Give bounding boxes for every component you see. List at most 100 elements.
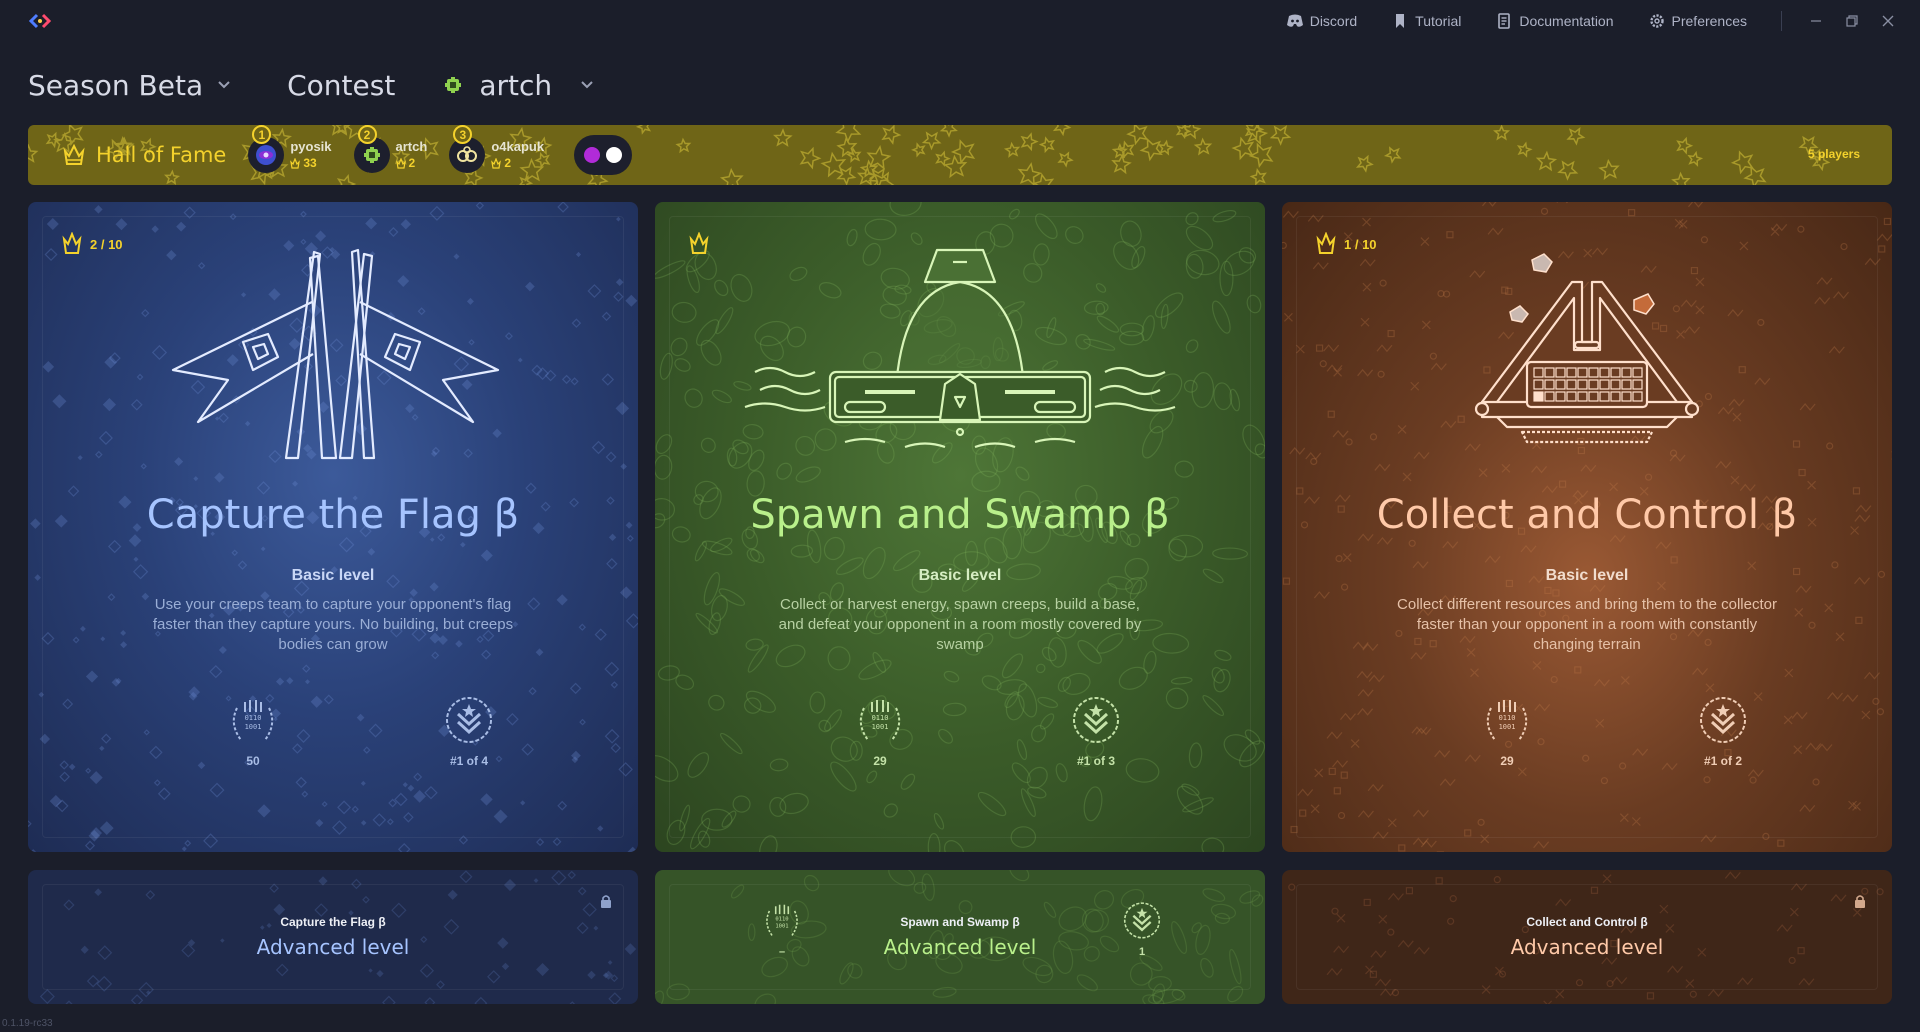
selector-row: Season Beta Contest artch <box>28 62 594 108</box>
code-stat-value: 29 <box>1500 754 1514 768</box>
contest-tab[interactable]: Contest <box>287 69 395 102</box>
card-stats: 0110 1001 29 #1 of 2 <box>1282 694 1892 774</box>
player-dropdown[interactable]: artch <box>443 69 594 102</box>
advanced-card-title: Advanced level <box>883 935 1037 959</box>
capture-the-flag-advanced-card[interactable]: Capture the Flag β Advanced level <box>28 870 638 1004</box>
chevron-down-icon <box>581 81 593 89</box>
pattern-shape <box>1646 992 1655 1000</box>
title-bar: Discord Tutorial Documentation Preferenc… <box>0 0 1920 42</box>
pattern-shape <box>1724 871 1741 880</box>
app-logo-icon[interactable] <box>28 12 52 30</box>
documentation-label: Documentation <box>1519 13 1614 29</box>
pattern-shape <box>475 202 485 210</box>
pattern-shape <box>1482 202 1497 207</box>
collector-cell <box>1533 391 1544 402</box>
svg-text:0110: 0110 <box>1499 714 1516 722</box>
restore-icon <box>1846 15 1858 27</box>
pattern-shape <box>1435 877 1443 885</box>
player-count: 5 players <box>1807 147 1860 161</box>
pattern-shape <box>181 846 187 852</box>
rank-chevrons-icon <box>446 697 492 743</box>
pattern-shape <box>459 870 473 884</box>
collect-and-control-advanced-card[interactable]: Collect and Control β Advanced level <box>1282 870 1892 1004</box>
pattern-shape <box>28 849 38 852</box>
pattern-shape <box>533 878 539 883</box>
pattern-shape <box>1777 839 1785 847</box>
player-score: 33 <box>290 155 331 171</box>
pattern-shape <box>1628 209 1636 217</box>
spawn-and-swamp-advanced-card[interactable]: 0110 1001 – Spawn and Swamp β Advanced le… <box>655 870 1265 1004</box>
score-value: 2 <box>504 156 511 170</box>
advanced-card-title: Advanced level <box>1510 935 1664 959</box>
advanced-card-subtitle: Spawn and Swamp β <box>900 915 1020 929</box>
gear-icon <box>1649 14 1664 28</box>
binary-laurel-icon: 01101001 <box>859 700 901 741</box>
pattern-shape <box>28 820 32 828</box>
card-level: Basic level <box>1545 567 1629 584</box>
rank-stat: #1 of 4 <box>419 694 519 768</box>
document-icon <box>1498 13 1511 29</box>
chevron-down-icon <box>218 81 230 89</box>
rank-stat: #1 of 3 <box>1046 694 1146 768</box>
crossed-flags-icon <box>171 248 500 460</box>
hof-player-1[interactable]: 1 pyosik 33 <box>248 125 332 173</box>
discord-label: Discord <box>1309 13 1358 29</box>
pattern-shape <box>557 202 569 213</box>
code-stat: 0110 1001 50 <box>203 694 303 768</box>
tutorial-link[interactable]: Tutorial <box>1391 13 1461 29</box>
hof-player-2[interactable]: 2 artch 2 <box>353 125 428 173</box>
hall-of-fame-button[interactable]: Hall of Fame <box>62 142 226 168</box>
score-value: 2 <box>408 156 416 170</box>
documentation-link[interactable]: Documentation <box>1495 13 1614 29</box>
more-players-toggle[interactable] <box>574 135 633 175</box>
spawn-and-swamp-card[interactable]: Spawn and Swamp β Basic level Collect or… <box>655 202 1265 852</box>
preferences-link[interactable]: Preferences <box>1648 13 1747 29</box>
player-name: pyosik <box>290 139 332 154</box>
pattern-shape <box>1201 837 1225 852</box>
pattern-shape <box>1555 989 1565 999</box>
player-score: 2 <box>395 155 428 171</box>
card-description: Collect or harvest energy, spawn creeps,… <box>778 596 1142 653</box>
code-stat-value: 50 <box>246 754 260 768</box>
crown-icon <box>290 157 301 169</box>
capture-the-flag-card[interactable]: 2 / 10 Capture the Flag β Basic level Us… <box>28 202 638 852</box>
spawn-dome-icon <box>744 248 1176 449</box>
rank-stat-value: #1 of 2 <box>1703 754 1742 768</box>
advanced-card-subtitle: Capture the Flag β <box>280 915 386 929</box>
rank-stat-value: #1 of 4 <box>449 754 488 768</box>
pattern-shape <box>1689 990 1697 998</box>
avatar: 1 <box>248 125 285 173</box>
minimize-button[interactable] <box>1798 0 1834 42</box>
rank-stat: #1 of 2 <box>1673 694 1773 768</box>
collector-icon <box>1474 253 1700 444</box>
close-icon <box>1882 15 1894 27</box>
close-button[interactable] <box>1870 0 1906 42</box>
restore-button[interactable] <box>1834 0 1870 42</box>
tutorial-label: Tutorial <box>1415 13 1462 29</box>
card-title: Capture the Flag β <box>146 492 520 538</box>
pattern-shape <box>1288 883 1296 891</box>
pattern-shape <box>551 870 567 886</box>
pattern-shape <box>1412 837 1429 846</box>
advanced-card-subtitle: Collect and Control β <box>1526 915 1648 929</box>
player-avatar-icon <box>363 147 380 163</box>
rank-stat: 1 <box>1112 900 1172 958</box>
card-title: Spawn and Swamp β <box>750 492 1170 538</box>
season-dropdown[interactable]: Season Beta <box>28 69 231 102</box>
svg-text:1001: 1001 <box>872 723 889 731</box>
hof-player-3[interactable]: 3 o4kapuk 2 <box>449 125 544 173</box>
pattern-shape <box>1009 870 1030 882</box>
pattern-shape <box>1876 233 1892 242</box>
rank-chevrons-icon <box>1123 902 1161 939</box>
player-dot-purple <box>584 147 601 163</box>
discord-link[interactable]: Discord <box>1286 13 1357 29</box>
card-level: Basic level <box>918 567 1002 584</box>
collect-and-control-card[interactable]: 1 / 10 Collect and Control β Basic level… <box>1282 202 1892 852</box>
player-avatar-icon <box>256 145 277 165</box>
svg-text:1001: 1001 <box>245 723 262 731</box>
code-stat: 0110 1001 29 <box>830 694 930 768</box>
pattern-shape <box>39 989 55 1004</box>
pattern-shape <box>567 1001 578 1004</box>
pattern-shape <box>84 840 96 851</box>
pattern-shape <box>64 1000 74 1004</box>
